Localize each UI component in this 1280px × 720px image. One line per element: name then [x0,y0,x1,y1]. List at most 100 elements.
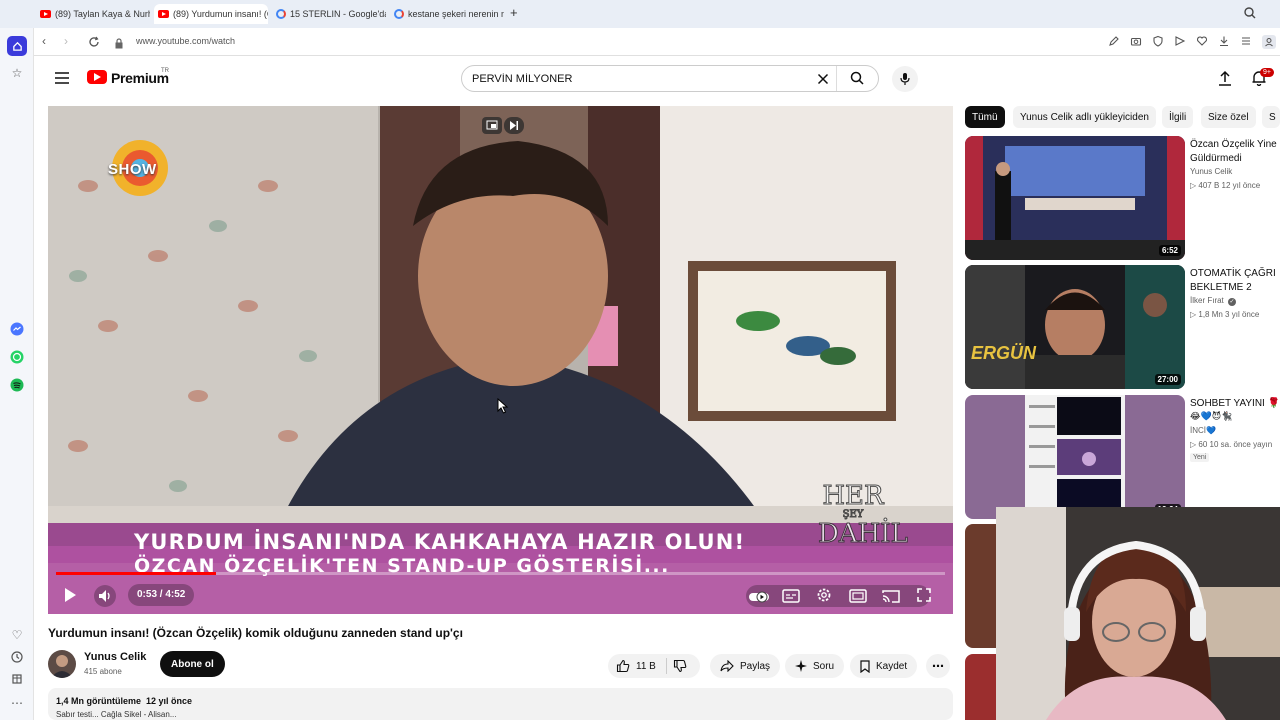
recommendation-title[interactable]: SOHBET YAYINI 🌹 [1190,397,1280,411]
messenger-icon[interactable] [8,320,26,338]
progress-bar[interactable] [56,572,945,575]
new-tab-button[interactable]: + [510,5,518,20]
hamburger-menu-icon[interactable] [55,71,69,89]
tab-yurdumun-insani[interactable]: (89) Yurdumun insanı! (Öz [154,4,268,24]
subtitles-icon[interactable] [782,589,800,608]
chip-for-you[interactable]: Size özel [1201,106,1256,128]
new-badge: Yeni [1190,453,1210,462]
tab-bar: (89) Taylan Kaya & Nurha (89) Yurdumun i… [0,0,1280,28]
more-icon[interactable]: ⋯ [8,694,26,712]
home-icon[interactable] [7,36,27,56]
tab-15-sterlin[interactable]: 15 STERLIN - Google'da A [272,4,386,24]
miniplayer-icon[interactable] [482,117,502,134]
tab-search-icon[interactable] [1243,6,1257,25]
camera-icon[interactable] [1130,35,1142,47]
duration-badge: 27:00 [1154,374,1181,385]
channel-name[interactable]: Yunus Celik [84,651,146,663]
sparkle-icon [795,660,807,672]
channel-avatar[interactable] [48,650,76,678]
dislike-button[interactable] [673,659,687,673]
search-input[interactable] [472,70,812,88]
subscribe-button[interactable]: Abone ol [160,651,225,677]
more-actions-icon[interactable]: ⋯ [926,654,950,678]
google-favicon-icon [394,9,404,19]
youtube-logo-icon[interactable] [87,70,107,84]
package-icon[interactable] [8,670,26,688]
volume-icon[interactable] [94,585,116,607]
whatsapp-icon[interactable] [8,348,26,366]
view-count: 1,4 Mn görüntüleme 12 yıl önce [56,696,193,706]
notification-count-badge: 9+ [1260,68,1274,77]
autoplay-toggle-icon[interactable] [748,590,770,608]
progress-played [56,572,217,575]
star-icon[interactable]: ☆ [8,64,26,82]
like-dislike-group: 11 B [608,654,700,678]
download-icon[interactable] [1218,35,1230,47]
chip-more[interactable]: S [1262,106,1280,128]
clear-search-icon[interactable] [817,72,829,90]
description-box[interactable]: 1,4 Mn görüntüleme 12 yıl önce Sabır tes… [48,688,953,720]
bookmark-icon [860,659,870,673]
webcam-overlay [996,507,1280,720]
spotify-icon[interactable] [8,376,26,394]
tab-taylan-kaya[interactable]: (89) Taylan Kaya & Nurha [36,4,150,24]
send-icon[interactable] [1174,35,1186,47]
thumbs-down-icon [673,659,687,673]
ask-button[interactable]: Soru [785,654,845,678]
recommendation-title[interactable]: OTOMATİK ÇAĞRI BEKLETME 2 [1190,267,1280,295]
recommendation-item[interactable]: ERGÜN 27:00 OTOMATİK ÇAĞRI BEKLETME 2 İl… [965,265,1280,389]
back-icon[interactable]: ‹ [42,34,46,48]
url-field[interactable]: www.youtube.com/watch [136,36,235,46]
play-button-icon[interactable] [62,586,78,609]
search-icon[interactable] [850,71,864,90]
forward-icon[interactable]: › [64,34,68,48]
caption-line-1: YURDUM İNSANI'NDA KAHKAHAYA HAZIR OLUN! [134,530,746,554]
youtube-favicon-icon [40,10,51,18]
mouse-cursor-icon [497,397,509,419]
share-arrow-icon [720,660,734,672]
lock-icon [114,36,124,54]
edit-icon[interactable] [1108,35,1120,47]
reload-icon[interactable] [88,35,100,53]
shield-icon[interactable] [1152,35,1164,47]
favorite-heart-icon[interactable] [1196,35,1208,47]
chip-all[interactable]: Tümü [965,106,1005,128]
subscriber-count: 415 abone [84,667,122,676]
share-button[interactable]: Paylaş [710,654,781,678]
google-favicon-icon [276,9,286,19]
video-thumbnail[interactable]: 12:24 [965,395,1185,519]
verified-check-icon: ✓ [1228,298,1237,306]
tab-kestane-sekeri[interactable]: kestane şekeri nerenin me [390,4,504,24]
recommendation-channel[interactable]: İlker Fırat ✓ [1190,296,1237,306]
chip-related[interactable]: İlgili [1162,106,1194,128]
like-divider [665,658,667,674]
video-thumbnail[interactable]: ERGÜN 27:00 [965,265,1185,389]
save-button[interactable]: Kaydet [850,654,918,678]
cast-icon[interactable] [882,589,900,608]
chip-from-uploader[interactable]: Yunus Celik adlı yükleyiciden [1013,106,1156,128]
duration-badge: 6:52 [1158,245,1181,256]
like-button[interactable]: 11 B [616,659,656,673]
fullscreen-icon[interactable] [917,588,931,607]
video-thumbnail[interactable]: 6:52 [965,136,1185,260]
recommendation-item[interactable]: 12:24 SOHBET YAYINI 🌹 😂💙😈🐈‍⬛ İNCİ💙 ▷ 60 … [965,395,1280,519]
player-right-controls [746,585,930,607]
recommendation-channel[interactable]: Yunus Celik [1190,167,1232,176]
video-player[interactable]: SHOW YURDUM İNSANI'NDA KAHKAHAYA HAZIR O… [48,106,953,614]
profile-icon[interactable] [1262,35,1276,49]
upload-icon[interactable] [1218,70,1232,91]
theater-mode-icon[interactable] [849,589,867,608]
browser-sidebar: ☆ ♡ ⋯ [0,0,34,720]
recommendation-title[interactable]: Özcan Özçelik Yine Güldürmedi [1190,138,1280,166]
settings-gear-icon[interactable] [816,587,832,608]
recommendation-item[interactable]: 6:52 Özcan Özçelik Yine Güldürmedi Yunus… [965,136,1280,260]
voice-search-mic-icon[interactable] [892,66,918,92]
recommendation-channel[interactable]: İNCİ💙 [1190,426,1216,435]
skip-next-icon[interactable] [504,117,524,134]
streamer-video [996,507,1280,720]
history-icon[interactable] [8,648,26,666]
address-bar: ‹ › www.youtube.com/watch [34,28,1280,56]
recommendation-meta: ▷ 60 10 sa. önce yayın [1190,440,1273,449]
menu-lines-icon[interactable] [1240,35,1252,47]
heart-icon[interactable]: ♡ [8,626,26,644]
